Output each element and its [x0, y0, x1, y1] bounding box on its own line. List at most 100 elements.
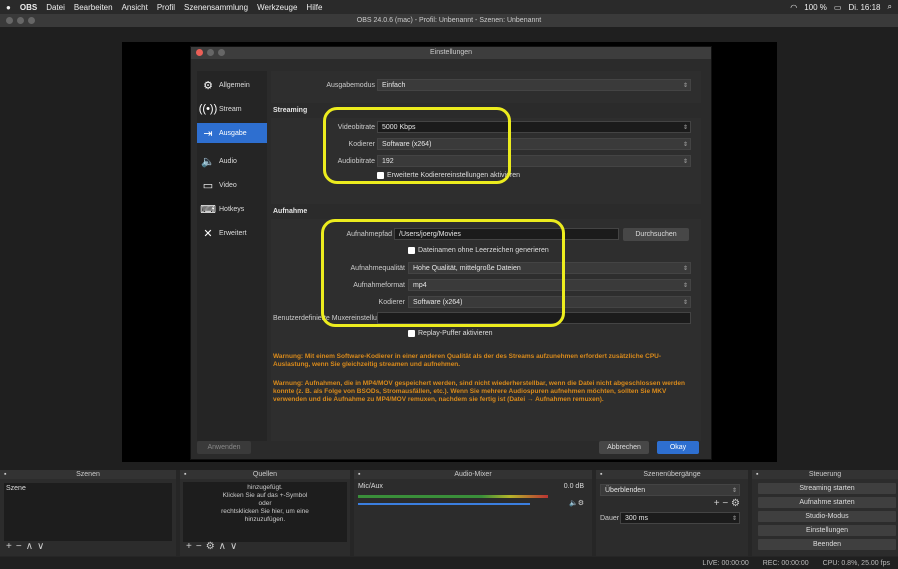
browse-button[interactable]: Durchsuchen: [623, 228, 689, 241]
sidebar-item-ausgabe[interactable]: ⇥ Ausgabe: [197, 123, 267, 143]
menu-bar: ● OBS Datei Bearbeiten Ansicht Profil Sz…: [0, 0, 898, 14]
down-icon[interactable]: ∨: [37, 541, 48, 552]
menu-hilfe[interactable]: Hilfe: [306, 3, 322, 12]
apply-button[interactable]: Anwenden: [197, 441, 251, 454]
volume-slider[interactable]: [358, 503, 530, 505]
close-icon[interactable]: [196, 49, 203, 56]
settings-button[interactable]: Einstellungen: [758, 525, 896, 536]
sidebar-item-label: Stream: [219, 105, 242, 113]
monitor-icon: ▭: [202, 179, 214, 192]
menu-werkzeuge[interactable]: Werkzeuge: [257, 3, 297, 12]
chevron-updown-icon: ⇕: [682, 266, 688, 272]
window-title: OBS 24.0.6 (mac) - Profil: Unbenannt - S…: [356, 17, 542, 24]
highlight-streaming: [323, 107, 511, 184]
keyboard-icon: ⌨: [200, 203, 216, 216]
down-icon[interactable]: ∨: [230, 541, 241, 552]
sidebar-item-stream[interactable]: ((•)) Stream: [197, 99, 267, 119]
clock[interactable]: Di. 16:18: [848, 3, 880, 12]
audio-mixer-dock: ▪ Audio-Mixer Mic/Aux 0.0 dB 🔈⚙: [354, 470, 592, 556]
stepper-icon[interactable]: ⇕: [732, 513, 737, 525]
up-icon[interactable]: ∧: [219, 541, 230, 552]
chevron-updown-icon: ⇕: [682, 283, 688, 289]
remove-icon[interactable]: −: [16, 541, 26, 552]
chevron-updown-icon: ⇕: [682, 159, 688, 165]
window-controls[interactable]: [6, 17, 35, 24]
replay-label: Replay-Puffer aktivieren: [418, 330, 493, 337]
transitions-title: Szenenübergänge: [643, 471, 701, 478]
sidebar-item-audio[interactable]: 🔈 Audio: [197, 151, 267, 171]
broadcast-icon: ((•)): [198, 103, 218, 115]
sidebar-item-erweitert[interactable]: ✕ Erweitert: [197, 223, 267, 243]
duration-input[interactable]: 300 ms ⇕: [620, 512, 740, 524]
sources-dock-header: ▪ Quellen: [180, 470, 350, 479]
controls-title: Steuerung: [808, 471, 842, 478]
tools-icon: ✕: [203, 227, 213, 240]
start-streaming-button[interactable]: Streaming starten: [758, 483, 896, 494]
sidebar-item-label: Ausgabe: [219, 129, 247, 137]
dock-area: ▪ Szenen Szene +−∧∨ ▪ Quellen hinzugefügt.…: [0, 470, 898, 569]
search-icon[interactable]: ⌕: [888, 2, 892, 12]
cpu-fps: CPU: 0.8%, 25.00 fps: [822, 559, 890, 567]
scenes-list[interactable]: Szene: [4, 483, 172, 541]
scene-item[interactable]: Szene: [6, 485, 26, 492]
mixer-title: Audio-Mixer: [454, 471, 492, 478]
studio-mode-button[interactable]: Studio-Modus: [758, 511, 896, 522]
exit-button[interactable]: Beenden: [758, 539, 896, 550]
mixer-dock-header: ▪ Audio-Mixer: [354, 470, 592, 479]
menu-bearbeiten[interactable]: Bearbeiten: [74, 3, 113, 12]
cancel-button[interactable]: Abbrechen: [599, 441, 649, 454]
controls-dock: ▪ Steuerung Streaming starten Aufnahme st…: [752, 470, 898, 556]
remove-icon[interactable]: −: [196, 541, 206, 552]
gear-icon[interactable]: ⚙: [206, 541, 219, 552]
checkbox-box[interactable]: [408, 330, 415, 337]
controls-dock-header: ▪ Steuerung: [752, 470, 898, 479]
sidebar-item-label: Video: [219, 181, 237, 189]
sidebar-item-label: Erweitert: [219, 229, 247, 237]
add-icon[interactable]: +: [186, 541, 196, 552]
settings-sidebar: ⚙ Allgemein ((•)) Stream ⇥ Ausgabe 🔈 Audio ▭…: [197, 71, 267, 441]
aufnahme-section-header: Aufnahme: [271, 204, 701, 219]
dock-icon: ▪: [184, 471, 187, 478]
speaker-icon[interactable]: 🔈⚙: [569, 499, 584, 507]
volume-meter: [358, 495, 548, 498]
wifi-icon[interactable]: ◠: [790, 3, 797, 12]
sidebar-item-allgemein[interactable]: ⚙ Allgemein: [197, 75, 267, 95]
transition-select[interactable]: Überblenden ⇕: [600, 484, 740, 496]
start-recording-button[interactable]: Aufnahme starten: [758, 497, 896, 508]
sources-list-help[interactable]: hinzugefügt. Klicken Sie auf das +-Symbo…: [183, 482, 347, 542]
speaker-icon: 🔈: [201, 155, 215, 168]
menu-datei[interactable]: Datei: [46, 3, 65, 12]
app-menu[interactable]: OBS: [20, 3, 37, 12]
warning-software-encoder: Warnung: Mit einem Software-Kodierer in …: [273, 353, 662, 368]
mixer-channel: Mic/Aux 0.0 dB 🔈⚙: [358, 483, 588, 513]
battery-label: 100 %: [804, 2, 827, 12]
menu-profil[interactable]: Profil: [157, 3, 175, 12]
up-icon[interactable]: ∧: [26, 541, 37, 552]
stepper-icon[interactable]: ⇕: [683, 122, 688, 134]
gear-icon: ⚙: [203, 79, 213, 92]
apple-menu-icon[interactable]: ●: [6, 3, 11, 12]
menu-ansicht[interactable]: Ansicht: [122, 3, 148, 12]
ok-button[interactable]: Okay: [657, 441, 699, 454]
scenes-title: Szenen: [76, 471, 100, 478]
status-bar: LIVE: 00:00:00 REC: 00:00:00 CPU: 0.8%, …: [0, 557, 898, 569]
transitions-dock-header: ▪ Szenenübergänge: [596, 470, 748, 479]
chevron-updown-icon: ⇕: [682, 300, 688, 306]
dialog-title: Einstellungen: [429, 49, 473, 56]
battery-icon[interactable]: ▭: [834, 3, 842, 12]
dialog-window-controls[interactable]: [196, 49, 225, 56]
transition-add-remove[interactable]: + − ⚙: [714, 498, 740, 509]
replay-checkbox[interactable]: Replay-Puffer aktivieren: [408, 330, 493, 337]
mixer-level: 0.0 dB: [563, 483, 584, 490]
sidebar-item-hotkeys[interactable]: ⌨ Hotkeys: [197, 199, 267, 219]
menu-szenensammlung[interactable]: Szenensammlung: [184, 3, 248, 12]
mixer-channel-name: Mic/Aux: [358, 483, 383, 490]
scenes-dock-header: ▪ Szenen: [0, 470, 176, 479]
scenes-toolbar: +−∧∨: [6, 541, 48, 552]
add-icon[interactable]: +: [6, 541, 16, 552]
transition-value: Überblenden: [605, 487, 646, 494]
sources-toolbar: +−⚙∧∨: [186, 541, 241, 552]
ausgabemodus-label: Ausgabemodus: [326, 82, 375, 89]
sidebar-item-video[interactable]: ▭ Video: [197, 175, 267, 195]
ausgabemodus-select[interactable]: Einfach ⇕: [377, 79, 691, 91]
